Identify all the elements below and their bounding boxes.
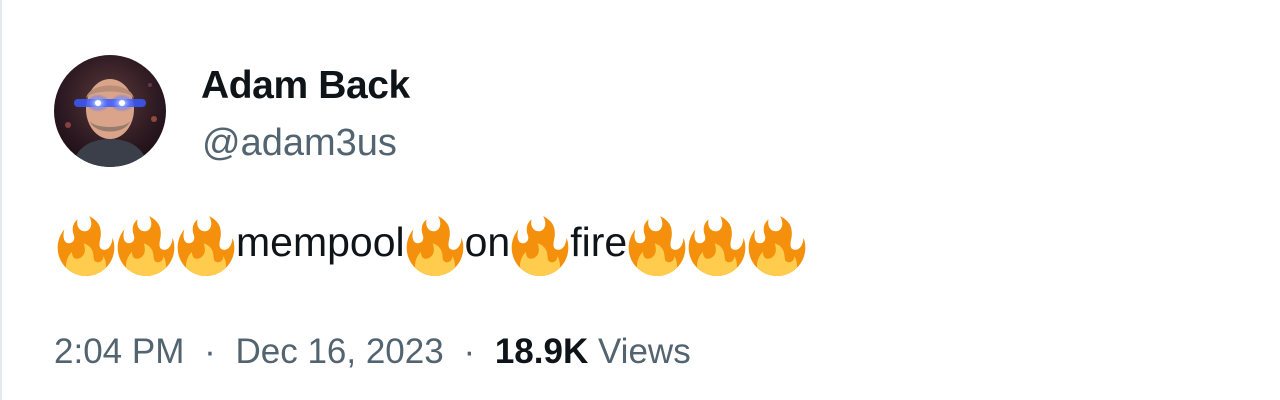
tweet-word: mempool: [236, 219, 405, 265]
avatar[interactable]: [54, 55, 166, 167]
fire-icon: [176, 216, 236, 276]
avatar-photo-icon: [54, 55, 166, 167]
author-display-name[interactable]: Adam Back: [201, 64, 410, 108]
fire-icon: [405, 216, 465, 276]
fire-icon: [116, 216, 176, 276]
tweet-date[interactable]: Dec 16, 2023: [235, 332, 443, 371]
fire-icon: [687, 216, 747, 276]
tweet-text: mempool on fire: [56, 214, 807, 278]
tweet-time[interactable]: 2:04 PM: [54, 332, 184, 371]
meta-separator: ·: [463, 332, 476, 371]
views-count: 18.9K: [494, 332, 589, 371]
fire-icon: [510, 216, 570, 276]
fire-icon: [747, 216, 807, 276]
fire-icon: [56, 216, 116, 276]
views-label: Views: [597, 332, 691, 371]
tweet-meta: 2:04 PM · Dec 16, 2023 · 18.9K Views: [54, 332, 691, 372]
fire-icon: [627, 216, 687, 276]
tweet-word: on: [464, 219, 511, 265]
tweet-word: fire: [570, 219, 628, 265]
tweet-card: Adam Back @adam3us mempool on fire 2:04 PM…: [0, 0, 1280, 400]
author-handle[interactable]: @adam3us: [202, 122, 397, 165]
meta-separator: ·: [204, 332, 216, 371]
